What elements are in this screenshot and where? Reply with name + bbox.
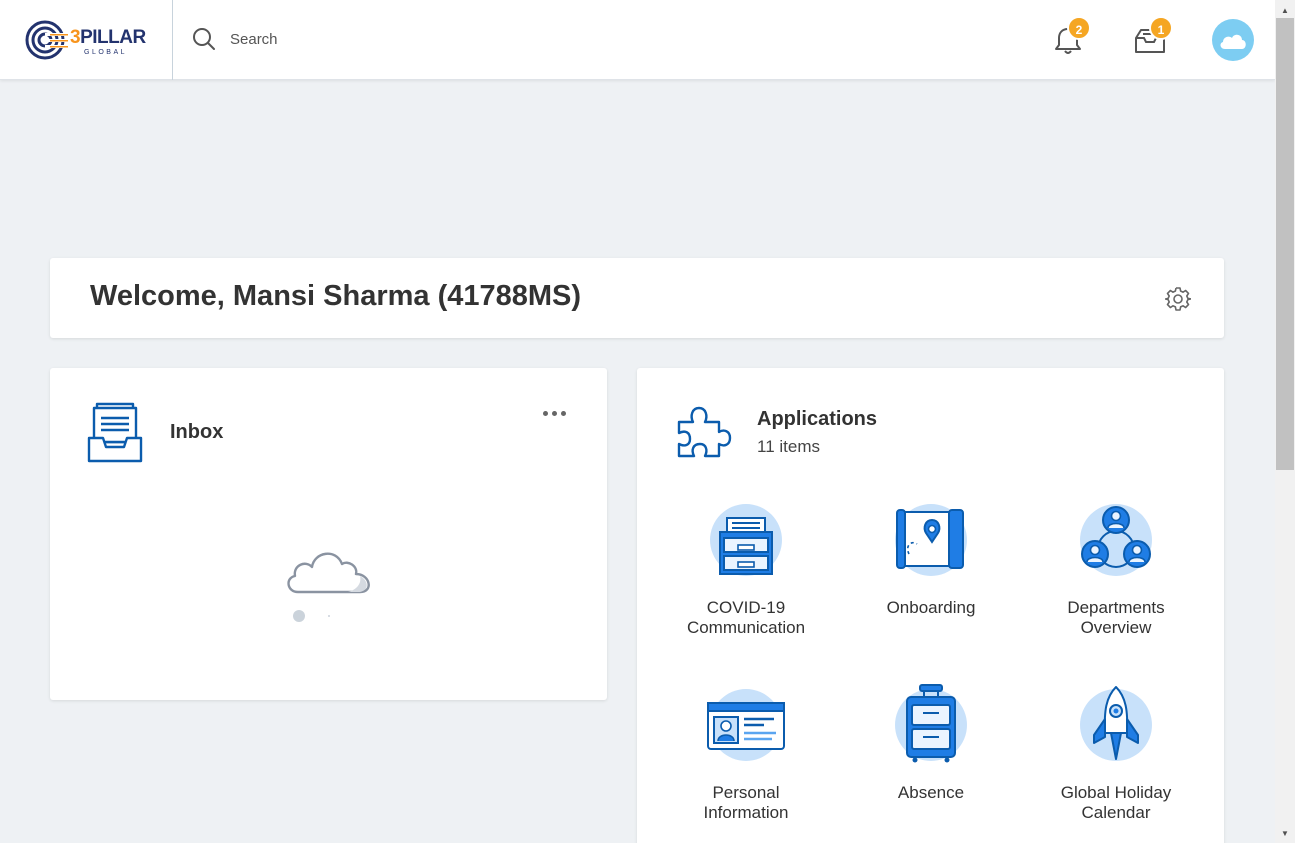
loading-dot [293, 610, 305, 622]
suitcase-icon [895, 684, 967, 763]
team-icon [1080, 504, 1152, 576]
page-scrollbar[interactable]: ▲ ▼ [1275, 0, 1295, 843]
app-label: Departments Overview [1067, 598, 1165, 637]
search-input[interactable]: Search [230, 31, 278, 48]
welcome-heading: Welcome, Mansi Sharma (41788MS) [90, 280, 582, 312]
app-absence[interactable]: Absence [846, 684, 1016, 803]
user-avatar[interactable] [1212, 19, 1254, 61]
app-label: Global Holiday Calendar [1060, 783, 1172, 822]
app-covid-19-communication[interactable]: COVID-19 Communication [661, 504, 831, 638]
id-card-icon [707, 689, 785, 761]
logo-three: 3 [70, 27, 81, 48]
puzzle-piece-icon [677, 406, 732, 458]
app-label: Onboarding [886, 598, 976, 617]
scroll-thumb[interactable] [1276, 18, 1294, 470]
inbox-card: Inbox [50, 368, 607, 700]
app-global-holiday-calendar[interactable]: Global Holiday Calendar [1031, 686, 1201, 823]
notifications-button[interactable]: 2 [1050, 16, 1091, 58]
inbox-badge: 1 [1149, 16, 1173, 40]
welcome-banner: Welcome, Mansi Sharma (41788MS) [50, 258, 1224, 338]
rocket-icon [1080, 686, 1152, 761]
app-label: COVID-19 Communication [686, 598, 806, 637]
cloud-avatar-icon [1220, 34, 1246, 49]
applications-count: 11 items [757, 437, 820, 456]
app-personal-information[interactable]: Personal Information [661, 689, 831, 823]
inbox-button[interactable]: 1 [1132, 16, 1173, 58]
app-onboarding[interactable]: Onboarding [846, 504, 1016, 618]
top-header: 3PILLAR GLOBAL Search 2 1 [0, 0, 1275, 80]
gear-icon[interactable] [1165, 286, 1191, 312]
loading-dot-small [328, 615, 330, 617]
scroll-down-arrow-icon[interactable]: ▼ [1275, 825, 1295, 841]
logo-pillar: PILLAR [80, 27, 146, 48]
loading-cloud-icon [287, 552, 370, 594]
more-options-button[interactable] [543, 411, 566, 416]
notifications-badge: 2 [1067, 16, 1091, 40]
scroll-up-arrow-icon[interactable]: ▲ [1275, 2, 1295, 18]
inbox-title: Inbox [170, 421, 224, 443]
search-icon [193, 28, 215, 50]
logo-global: GLOBAL [84, 49, 128, 56]
map-pin-icon [895, 504, 967, 576]
applications-title: Applications [757, 408, 878, 430]
logo-wordmark: 3PILLAR GLOBAL [70, 27, 146, 56]
header-divider [172, 0, 173, 80]
app-departments-overview[interactable]: Departments Overview [1031, 504, 1201, 638]
logo-rings-icon [25, 20, 68, 60]
file-cabinet-icon [710, 504, 782, 576]
inbox-stack-icon [87, 402, 143, 463]
search-box[interactable]: Search [192, 27, 278, 51]
app-label: Absence [897, 783, 965, 802]
company-logo[interactable]: 3PILLAR GLOBAL [24, 19, 149, 61]
applications-card: Applications 11 items COVID-19 Communica… [637, 368, 1224, 843]
app-label: Personal Information [703, 783, 789, 822]
